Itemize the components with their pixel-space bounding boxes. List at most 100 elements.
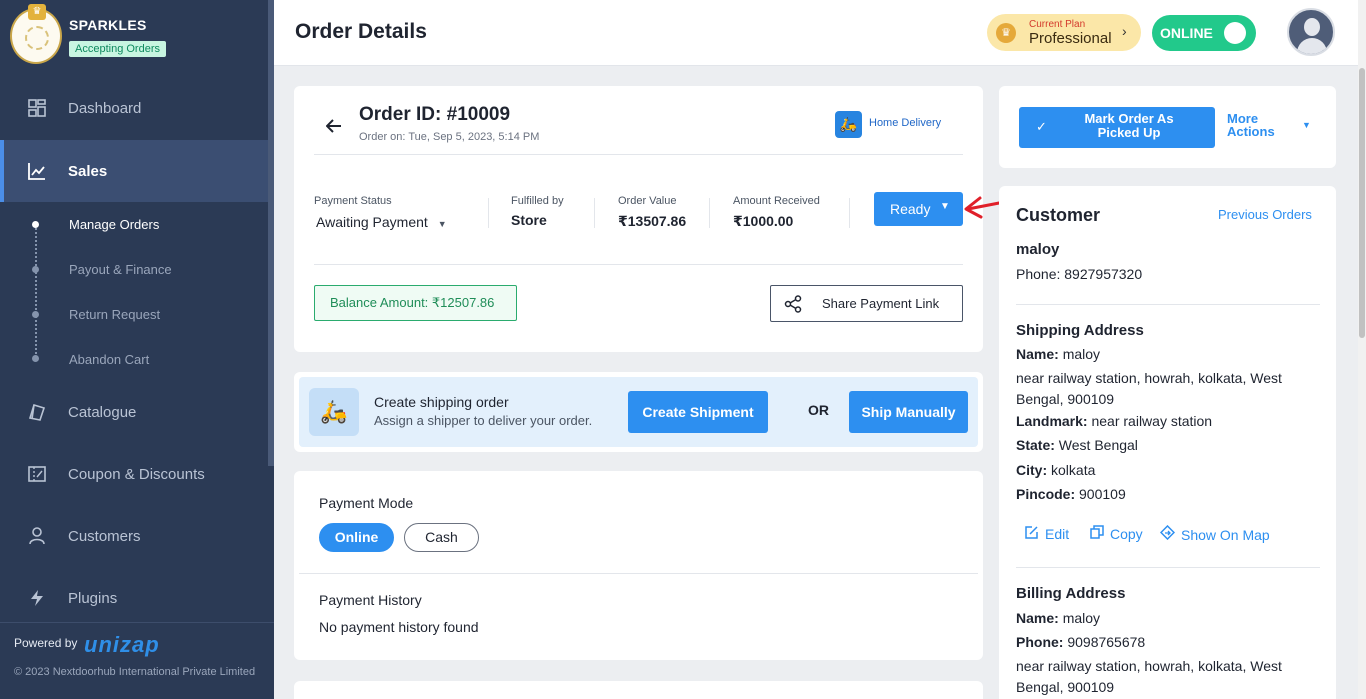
shipping-name: Name: maloy bbox=[1016, 346, 1100, 362]
catalogue-icon bbox=[27, 402, 47, 422]
check-icon: ✓ bbox=[1036, 119, 1047, 134]
nav-dashboard[interactable]: Dashboard bbox=[0, 77, 268, 139]
nav-plugins[interactable]: Plugins bbox=[0, 567, 268, 629]
nav-coupons[interactable]: Coupon & Discounts bbox=[0, 443, 268, 505]
submenu-dot bbox=[32, 355, 39, 362]
show-on-map-link[interactable]: Show On Map bbox=[1159, 524, 1270, 543]
amount-received: ₹1000.00 bbox=[733, 213, 794, 229]
payment-mode-online[interactable]: Online bbox=[319, 523, 394, 552]
delivery-scooter-icon: 🛵 bbox=[309, 388, 359, 436]
shipping-landmark: Landmark: near railway station bbox=[1016, 413, 1212, 429]
submenu-dot bbox=[32, 311, 39, 318]
page-scrollbar[interactable] bbox=[1358, 0, 1366, 699]
field-label: Landmark: bbox=[1016, 413, 1088, 429]
balance-amount-box: Balance Amount: ₹12507.86 bbox=[314, 285, 517, 321]
shipping-title: Create shipping order bbox=[374, 394, 509, 410]
submenu-abandon-cart[interactable]: Abandon Cart bbox=[69, 352, 149, 367]
scrollbar-thumb[interactable] bbox=[1359, 68, 1365, 338]
field-label: Phone: bbox=[1016, 634, 1064, 650]
divider bbox=[1016, 304, 1320, 305]
nav-label: Dashboard bbox=[68, 99, 142, 117]
customer-card: Customer Previous Orders maloy Phone: 89… bbox=[999, 186, 1336, 699]
field-value: near railway station bbox=[1091, 413, 1213, 429]
customer-title: Customer bbox=[1016, 205, 1101, 225]
map-icon bbox=[1159, 524, 1176, 543]
edit-address-link[interactable]: Edit bbox=[1025, 525, 1069, 542]
create-shipment-button[interactable]: Create Shipment bbox=[628, 391, 768, 433]
billing-address-line2: Bengal, 900109 bbox=[1016, 679, 1115, 695]
sidebar: ♛ SPARKLES Accepting Orders Dashboard Sa… bbox=[0, 0, 274, 699]
divider bbox=[709, 198, 710, 228]
submenu-manage-orders[interactable]: Manage Orders bbox=[69, 217, 159, 232]
submenu-dot bbox=[32, 266, 39, 273]
coupon-icon bbox=[27, 464, 47, 484]
customer-name: maloy bbox=[1016, 241, 1060, 258]
toggle-knob bbox=[1224, 22, 1246, 44]
nav-sales[interactable]: Sales bbox=[0, 140, 268, 202]
payment-history-title: Payment History bbox=[319, 592, 422, 608]
amount-received-label: Amount Received bbox=[733, 195, 820, 207]
payment-mode-title: Payment Mode bbox=[319, 495, 414, 511]
avatar-body bbox=[1297, 38, 1327, 54]
payment-status-value: Awaiting Payment bbox=[316, 214, 428, 230]
sidebar-scrollbar[interactable] bbox=[268, 0, 274, 466]
user-icon bbox=[27, 526, 47, 546]
field-value: kolkata bbox=[1051, 462, 1096, 478]
shipping-address-title: Shipping Address bbox=[1016, 322, 1144, 339]
delivery-type: Home Delivery bbox=[869, 117, 942, 129]
unizap-logo: unizap bbox=[84, 632, 160, 657]
payment-status-dropdown[interactable]: Awaiting Payment ▼ bbox=[316, 214, 447, 230]
share-icon bbox=[784, 295, 802, 313]
divider bbox=[314, 154, 963, 155]
store-logo[interactable]: ♛ bbox=[10, 4, 62, 64]
field-value: 9098765678 bbox=[1067, 634, 1146, 650]
order-actions-card: ✓ Mark Order As Picked Up More Actions ▼ bbox=[999, 86, 1336, 168]
payment-mode-cash[interactable]: Cash bbox=[404, 523, 479, 552]
nav-customers[interactable]: Customers bbox=[0, 505, 268, 567]
divider bbox=[1016, 567, 1320, 568]
online-toggle[interactable]: ONLINE bbox=[1152, 15, 1256, 51]
billing-address-line1: near railway station, howrah, kolkata, W… bbox=[1016, 658, 1282, 674]
previous-orders-link[interactable]: Previous Orders bbox=[1218, 207, 1312, 222]
share-payment-link-button[interactable]: Share Payment Link bbox=[770, 285, 963, 322]
chevron-right-icon: › bbox=[1122, 23, 1127, 39]
shipping-address-line2: Bengal, 900109 bbox=[1016, 391, 1115, 407]
crown-icon: ♛ bbox=[996, 23, 1016, 43]
store-status-badge: Accepting Orders bbox=[69, 41, 166, 57]
sales-submenu: Manage Orders Payout & Finance Return Re… bbox=[0, 202, 268, 382]
order-value-label: Order Value bbox=[618, 195, 677, 207]
plan-caption: Current Plan bbox=[1029, 19, 1086, 30]
order-status-button[interactable]: Ready ▼ bbox=[874, 192, 963, 226]
back-arrow-icon[interactable] bbox=[325, 117, 342, 138]
avatar[interactable] bbox=[1287, 8, 1335, 56]
order-date: Order on: Tue, Sep 5, 2023, 5:14 PM bbox=[359, 131, 540, 143]
chart-line-icon bbox=[27, 161, 47, 181]
current-plan-pill[interactable]: ♛ Current Plan Professional › bbox=[987, 14, 1141, 51]
billing-address-title: Billing Address bbox=[1016, 585, 1126, 602]
more-actions-dropdown[interactable]: More Actions bbox=[1227, 112, 1287, 138]
shipping-banner: 🛵 Create shipping order Assign a shipper… bbox=[299, 377, 978, 447]
shipping-state: State: West Bengal bbox=[1016, 437, 1138, 453]
nav-label: Coupon & Discounts bbox=[68, 465, 205, 483]
nav-label: Sales bbox=[68, 162, 108, 180]
submenu-payout-finance[interactable]: Payout & Finance bbox=[69, 262, 172, 277]
copy-label: Copy bbox=[1110, 526, 1143, 542]
divider bbox=[488, 198, 489, 228]
order-status-label: Ready bbox=[890, 201, 931, 217]
map-label: Show On Map bbox=[1181, 527, 1270, 543]
lightning-icon bbox=[27, 588, 47, 608]
dashboard-icon bbox=[27, 98, 47, 118]
avatar-head bbox=[1304, 18, 1320, 36]
submenu-return-request[interactable]: Return Request bbox=[69, 307, 160, 322]
caret-down-icon[interactable]: ▼ bbox=[1302, 120, 1311, 130]
field-value: maloy bbox=[1062, 610, 1101, 626]
billing-name: Name: maloy bbox=[1016, 610, 1100, 626]
logo-emblem-icon bbox=[25, 26, 49, 50]
nav-label: Customers bbox=[68, 527, 141, 545]
nav-catalogue[interactable]: Catalogue bbox=[0, 381, 268, 443]
copy-address-link[interactable]: Copy bbox=[1090, 525, 1143, 542]
ship-manually-button[interactable]: Ship Manually bbox=[849, 391, 968, 433]
edit-icon bbox=[1025, 525, 1039, 542]
mark-picked-up-button[interactable]: ✓ Mark Order As Picked Up bbox=[1019, 107, 1215, 148]
store-brand: ♛ SPARKLES Accepting Orders bbox=[0, 0, 274, 72]
